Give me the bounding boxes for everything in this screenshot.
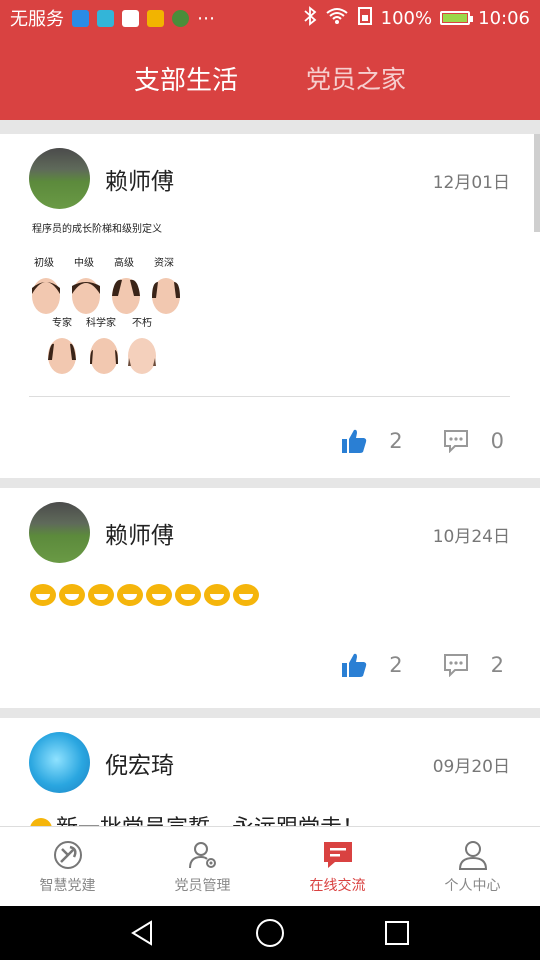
comment-icon <box>443 430 468 453</box>
wifi-icon <box>325 7 349 30</box>
image-label: 不朽 <box>132 316 152 329</box>
app-notification-icon <box>72 9 89 27</box>
post-date: 10月24日 <box>432 527 510 547</box>
more-notifications-icon: ⋯ <box>197 7 215 29</box>
tab-member-home[interactable]: 党员之家 <box>306 60 406 96</box>
grin-emoji-icon <box>59 584 85 606</box>
battery-percent: 100% <box>380 7 433 29</box>
post-image[interactable]: 程序员的成长阶梯和级别定义 初级 中级 高级 资深 专家 科学家 不朽 <box>30 218 180 378</box>
app-notification-icon <box>172 9 189 27</box>
nav-personal-center[interactable]: 个人中心 <box>405 827 540 907</box>
post-card[interactable]: 赖师傅 10月24日 2 2 <box>0 488 540 708</box>
comment-icon <box>443 654 468 677</box>
nav-label: 在线交流 <box>309 878 366 894</box>
comment-count: 0 <box>490 429 504 453</box>
status-bar: 无服务 ⋯ 100% 10:06 <box>0 0 540 36</box>
avatar[interactable] <box>29 732 90 793</box>
tab-branch-life[interactable]: 支部生活 <box>134 60 238 97</box>
grin-emoji-icon <box>117 584 143 606</box>
comment-button[interactable]: 0 <box>443 429 504 453</box>
sim-icon <box>357 6 373 30</box>
divider <box>29 396 510 397</box>
sun-emoji-icon <box>30 818 52 826</box>
grin-emoji-icon <box>88 584 114 606</box>
nav-member-management[interactable]: 党员管理 <box>135 827 270 907</box>
comment-count: 2 <box>490 653 504 677</box>
thumbs-up-icon <box>342 653 367 677</box>
grin-emoji-icon <box>233 584 259 606</box>
image-title: 程序员的成长阶梯和级别定义 <box>32 222 162 235</box>
bottom-nav: 智慧党建 党员管理 在线交流 个人中心 <box>0 826 540 907</box>
like-button[interactable]: 2 <box>341 652 403 678</box>
post-card[interactable]: 赖师傅 12月01日 程序员的成长阶梯和级别定义 初级 中级 高级 资深 专家 … <box>0 134 540 478</box>
battery-icon <box>440 11 474 25</box>
user-gear-icon <box>188 842 216 869</box>
head-illustration <box>48 338 156 374</box>
image-label: 资深 <box>154 257 174 269</box>
nav-online-chat[interactable]: 在线交流 <box>270 827 405 907</box>
carrier-label: 无服务 <box>10 9 64 30</box>
app-notification-icon <box>147 9 164 27</box>
head-illustration <box>32 278 180 314</box>
bluetooth-icon <box>303 5 317 31</box>
app-notification-icon <box>97 9 114 27</box>
image-label: 中级 <box>74 256 94 269</box>
top-tab-bar: 支部生活 党员之家 <box>0 36 540 120</box>
grin-emoji-icon <box>204 584 230 606</box>
nav-label: 个人中心 <box>444 878 501 894</box>
post-actions: 2 0 <box>301 428 504 454</box>
author-name: 倪宏琦 <box>105 753 174 779</box>
author-name: 赖师傅 <box>105 169 174 195</box>
avatar[interactable] <box>29 148 90 209</box>
post-card[interactable]: 倪宏琦 09月20日 新一批党员宣誓，永远跟党走！ <box>0 718 540 826</box>
post-date: 12月01日 <box>432 173 510 193</box>
grin-emoji-icon <box>146 584 172 606</box>
chat-icon <box>323 842 352 868</box>
party-emblem-icon <box>53 841 82 869</box>
like-count: 2 <box>389 653 403 677</box>
thumbs-up-icon <box>342 429 367 453</box>
system-nav-bar <box>0 906 540 960</box>
post-feed[interactable]: 赖师傅 12月01日 程序员的成长阶梯和级别定义 初级 中级 高级 资深 专家 … <box>0 120 540 826</box>
comment-button[interactable]: 2 <box>443 653 504 677</box>
post-text: 新一批党员宣誓，永远跟党走！ <box>30 810 364 826</box>
emoji-content <box>30 584 259 606</box>
post-actions: 2 2 <box>301 652 504 678</box>
nav-smart-party[interactable]: 智慧党建 <box>0 827 135 907</box>
app-notification-icon <box>122 9 139 27</box>
back-icon[interactable] <box>129 919 157 947</box>
like-button[interactable]: 2 <box>341 428 403 454</box>
person-icon <box>458 841 487 870</box>
avatar[interactable] <box>29 502 90 563</box>
image-label: 高级 <box>114 256 134 269</box>
image-label: 初级 <box>34 256 54 269</box>
image-label: 科学家 <box>86 316 116 329</box>
image-label: 专家 <box>52 316 72 329</box>
post-date: 09月20日 <box>432 757 510 777</box>
grin-emoji-icon <box>30 584 56 606</box>
author-name: 赖师傅 <box>105 523 174 549</box>
scrollbar[interactable] <box>534 134 540 232</box>
nav-label: 党员管理 <box>174 878 231 894</box>
grin-emoji-icon <box>175 584 201 606</box>
nav-label: 智慧党建 <box>39 878 96 894</box>
clock: 10:06 <box>478 7 530 29</box>
like-count: 2 <box>389 429 403 453</box>
post-text-content: 新一批党员宣誓，永远跟党走！ <box>56 816 364 826</box>
recents-icon[interactable] <box>383 919 411 947</box>
home-icon[interactable] <box>255 918 285 948</box>
